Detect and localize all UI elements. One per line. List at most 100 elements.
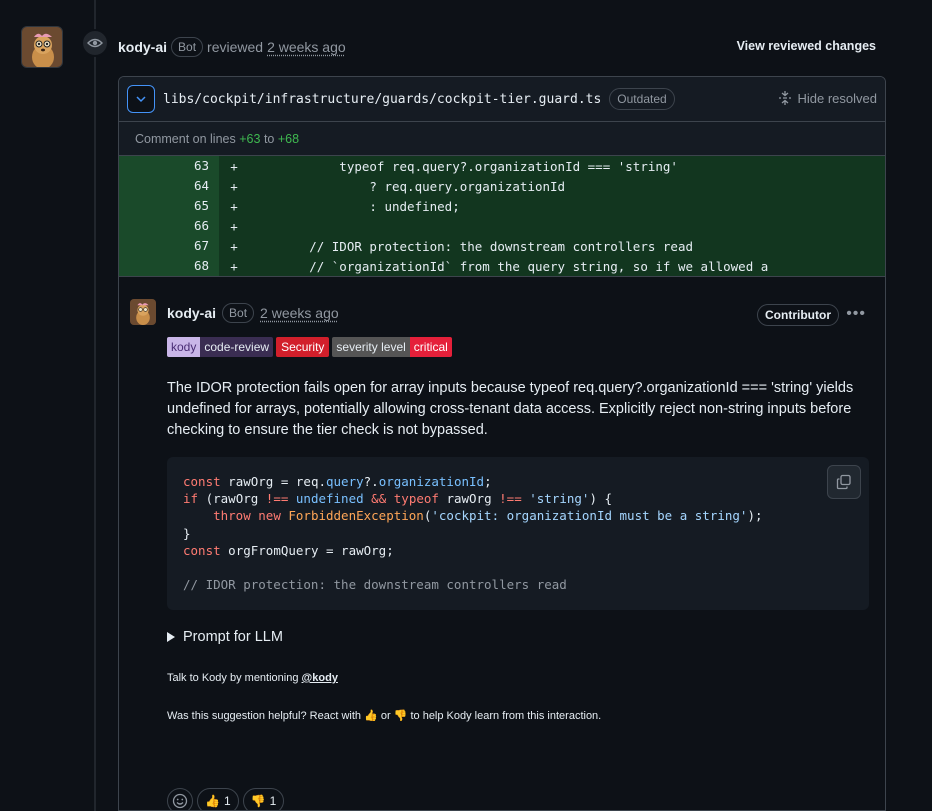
label-kody-code-review[interactable]: kody code-review (167, 337, 274, 357)
diff-sign: + (230, 238, 238, 254)
label-list: kody code-review Security severity level c… (167, 337, 452, 357)
file-path[interactable]: libs/cockpit/infrastructure/guards/cockp… (163, 92, 601, 107)
code-token: throw (183, 508, 251, 524)
outdated-badge: Outdated (609, 88, 675, 110)
comment-author[interactable]: kody-ai (167, 305, 216, 321)
comment-lines-info: Comment on lines +63 to +68 (119, 122, 885, 156)
view-reviewed-changes-link[interactable]: View reviewed changes (737, 39, 876, 53)
helpful-suffix: to help Kody learn from this interaction… (410, 710, 602, 722)
helpful-text: Was this suggestion helpful? React with … (167, 709, 601, 722)
line-start: +63 (239, 131, 261, 146)
code-token: organizationId (378, 474, 485, 489)
diff-line: 68 + // `organizationId` from the query s… (119, 256, 885, 276)
code-token: rawOrg = req. (220, 474, 326, 489)
label-kody-left: kody (167, 337, 201, 357)
label-severity-right: critical (409, 337, 452, 357)
code-token: (rawOrg (198, 491, 266, 507)
thumbs-down-icon: 👎 (250, 794, 266, 808)
code-token: orgFromQuery = rawOrg; (220, 542, 394, 558)
comment-body: The IDOR protection fails open for array… (167, 380, 854, 438)
thumbs-up-count: 1 (223, 794, 231, 808)
code-token: && (371, 491, 387, 507)
copy-button[interactable] (827, 465, 861, 499)
review-file-box: libs/cockpit/infrastructure/guards/cockp… (118, 76, 886, 811)
code-token: ) { (589, 491, 613, 507)
diff-line: 64 + ? req.query.organizationId (119, 176, 885, 196)
add-reaction-button[interactable] (167, 788, 193, 810)
bot-badge: Bot (171, 37, 204, 57)
code-token: const (183, 542, 221, 558)
helpful-or: or (380, 710, 391, 722)
reviewer-avatar[interactable] (21, 26, 63, 68)
talk-to-kody-text: Talk to Kody by mentioning @kody (167, 672, 338, 684)
diff-sign: + (230, 218, 238, 234)
thumbs-down-icon: 👎 (393, 710, 408, 722)
code-token: undefined (295, 491, 364, 507)
diff-code: // IDOR protection: the downstream contr… (249, 238, 694, 254)
diff-line-number: 68 (119, 256, 219, 276)
code-token: rawOrg (438, 491, 500, 507)
code-token: 'string' (529, 491, 590, 507)
diff-code: // `organizationId` from the query strin… (249, 258, 769, 274)
prompt-for-llm-toggle[interactable]: Prompt for LLM (167, 629, 283, 645)
label-kody-right: code-review (200, 337, 274, 357)
reactions-bar: 👍 1 👎 1 (167, 788, 285, 810)
diff-sign: + (230, 158, 238, 174)
diff-line: 65 + : undefined; (119, 196, 885, 216)
code-token: const (183, 474, 221, 489)
review-action: reviewed (207, 39, 264, 55)
diff-line-number: 64 (119, 176, 219, 196)
review-author[interactable]: kody-ai (118, 39, 167, 55)
thumbs-up-icon: 👍 (205, 794, 220, 808)
thumbs-down-reaction[interactable]: 👎 1 (242, 788, 285, 810)
kebab-menu-icon[interactable]: ••• (846, 305, 866, 323)
copy-icon (836, 474, 851, 490)
code-token: 'cockpit: organizationId must be a strin… (431, 508, 748, 524)
code-token: if (183, 491, 199, 507)
hide-resolved-button[interactable]: Hide resolved (778, 90, 877, 106)
diff-line-number: 66 (119, 216, 219, 236)
code-token: // IDOR protection: the downstream contr… (183, 577, 567, 593)
code-token: } (183, 525, 191, 541)
diff-sign: + (230, 198, 238, 214)
diff-line-number: 67 (119, 236, 219, 256)
code-token: ForbiddenException (288, 508, 424, 524)
label-severity[interactable]: severity level critical (332, 337, 452, 357)
review-comment: kody-ai Bot 2 weeks ago Contributor ••• … (119, 276, 885, 810)
thumbs-up-icon: 👍 (364, 710, 378, 722)
code-token: ; (484, 474, 492, 489)
talk-prefix: Talk to Kody by mentioning (167, 672, 299, 684)
prompt-for-llm-label: Prompt for LLM (183, 629, 283, 645)
contributor-badge: Contributor (757, 304, 839, 326)
triangle-right-icon (167, 632, 175, 642)
smiley-icon (172, 793, 188, 809)
helpful-prefix: Was this suggestion helpful? React with (167, 710, 362, 722)
comment-avatar[interactable] (130, 299, 156, 325)
diff-sign: + (230, 178, 238, 194)
review-timestamp[interactable]: 2 weeks ago (267, 39, 346, 55)
line-to: to (263, 131, 275, 146)
kody-mention-link[interactable]: @kody (302, 672, 338, 684)
collapse-file-button[interactable] (127, 85, 155, 113)
code-token: new (258, 508, 281, 524)
code-token: typeof (393, 491, 439, 507)
thumbs-up-reaction[interactable]: 👍 1 (197, 788, 239, 810)
code-token: ?. (363, 474, 379, 489)
thumbs-down-count: 1 (269, 794, 277, 808)
eye-icon (81, 29, 109, 57)
comment-timestamp[interactable]: 2 weeks ago (260, 305, 339, 321)
label-security-text: Security (276, 337, 330, 357)
diff-sign: + (230, 258, 238, 274)
chevron-down-icon (136, 96, 146, 103)
line-end: +68 (277, 131, 300, 146)
diff-code: typeof req.query?.organizationId === 'st… (249, 158, 678, 174)
fold-icon (778, 91, 791, 105)
comment-header: kody-ai Bot 2 weeks ago (167, 303, 339, 323)
comment-lines-prefix: Comment on lines (135, 131, 236, 146)
code-snippet: const rawOrg = req.query?.organizationId… (183, 473, 853, 593)
bot-badge: Bot (222, 303, 255, 323)
label-security[interactable]: Security (276, 337, 330, 357)
diff-line-number: 63 (119, 156, 219, 176)
